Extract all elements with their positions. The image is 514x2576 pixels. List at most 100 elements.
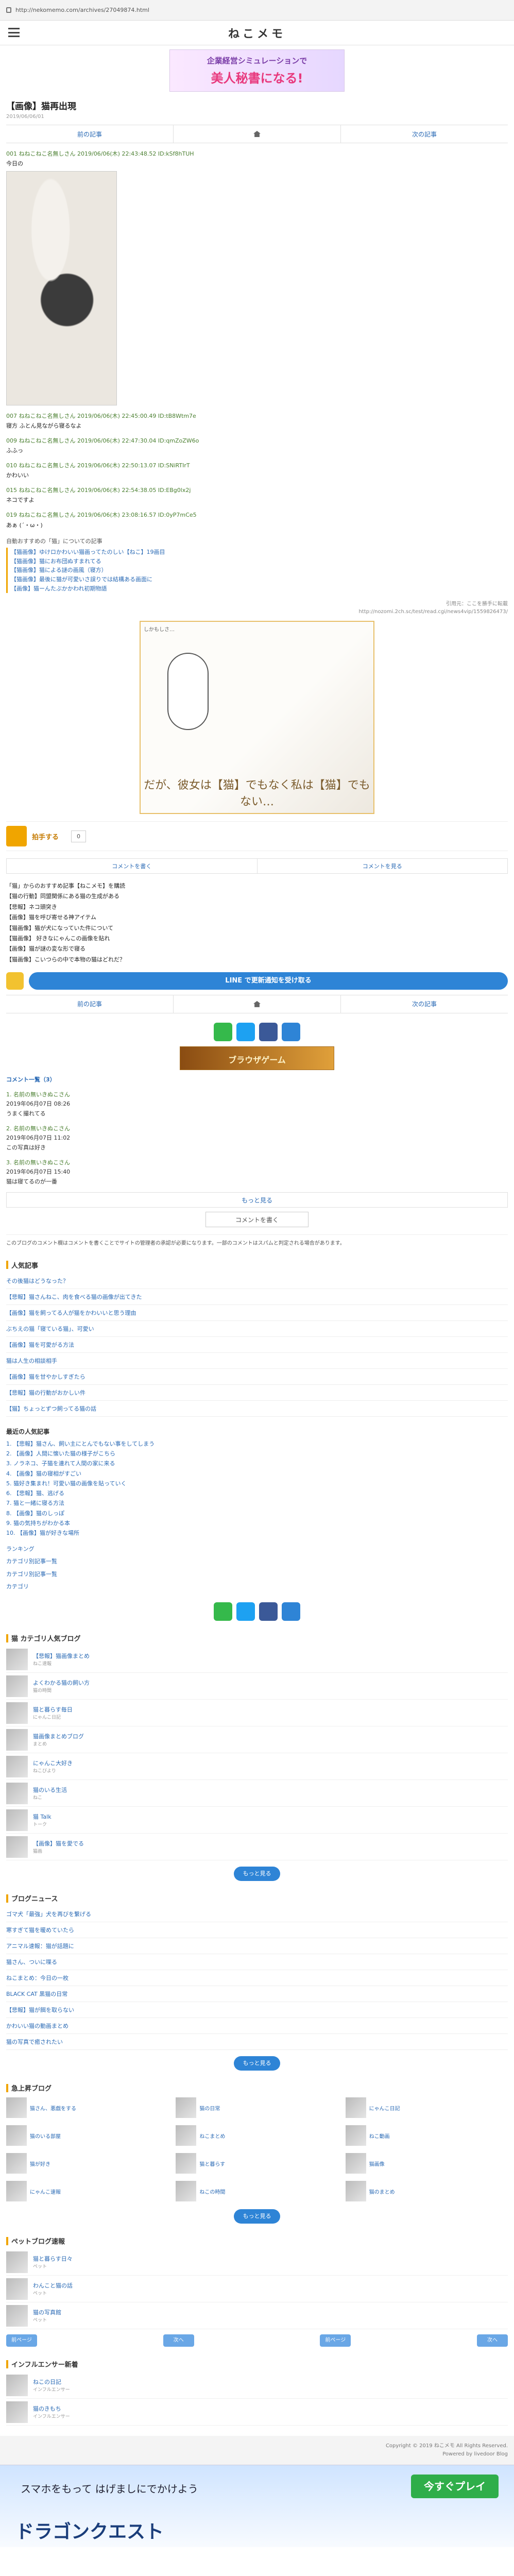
home-link[interactable] <box>174 125 341 143</box>
popular-item[interactable]: 【画像】猫を可愛がる方法 <box>6 1337 508 1353</box>
play-now-button[interactable]: 今すぐプレイ <box>411 2475 499 2498</box>
blog-item[interactable]: 【画像】猫を愛でる 猫画 <box>6 1834 508 1860</box>
related-link[interactable]: 【猫画像】最後に猫が可愛いさ誤りでは結構ある画面に <box>11 575 508 584</box>
blog-item[interactable]: よくわかる猫の飼い方 猫の時間 <box>6 1673 508 1700</box>
program-item[interactable]: ゴマ犬「最強」犬を再びを繋げる <box>6 1906 508 1922</box>
hatena-share-icon[interactable] <box>282 1602 300 1621</box>
prev-article-link[interactable]: 前の記事 <box>6 995 174 1013</box>
related-link[interactable]: 【猫画像】ゆけロかわいい猫画ってたのしい【ねこ】19画目 <box>11 548 508 557</box>
write-comment-link[interactable]: コメントを書く <box>7 859 258 874</box>
powered-by[interactable]: Powered by livedoor Blog <box>6 2450 508 2459</box>
prev-article-link[interactable]: 前の記事 <box>6 125 174 143</box>
ranking-item[interactable]: 10. 【画像】猫が好きな場所 <box>6 1528 508 1538</box>
program-item[interactable]: かわいい猫の動画まとめ <box>6 2018 508 2034</box>
blog-item[interactable]: にゃんこ大好き ねこびより <box>6 1753 508 1780</box>
grid-item[interactable]: 猫画像 <box>345 2151 508 2175</box>
blog-item[interactable]: 猫 Talk トーク <box>6 1807 508 1834</box>
twitter-share-icon[interactable] <box>236 1022 255 1041</box>
blogs-more-button[interactable]: もっと見る <box>234 1867 280 1881</box>
blog-item[interactable]: 猫のいる生活 ねこ <box>6 1780 508 1807</box>
ranking-item[interactable]: 2. 【画像】人間に懐いた猫の様子がこちら <box>6 1449 508 1459</box>
grid-item[interactable]: 猫が好き <box>6 2151 168 2175</box>
pet-blog-item[interactable]: 猫と暮らす日々 ペット <box>6 2249 508 2276</box>
mid-banner-ad[interactable]: ブラウザゲーム <box>180 1046 334 1070</box>
pagination-button[interactable]: 次へ <box>163 2334 194 2347</box>
site-logo[interactable]: ねこメモ <box>228 25 286 41</box>
ranking-item[interactable]: 8. 【画像】猫のしっぽ <box>6 1509 508 1518</box>
clap-icon[interactable] <box>6 826 27 847</box>
popular-item[interactable]: 【悲報】猫さんねこ、肉を食べる猫の画像が出てきた <box>6 1289 508 1305</box>
category-link[interactable]: ランキング <box>6 1543 508 1555</box>
hatena-share-icon[interactable] <box>282 1022 300 1041</box>
next-article-link[interactable]: 次の記事 <box>341 125 508 143</box>
next-article-link[interactable]: 次の記事 <box>341 995 508 1013</box>
related-link[interactable]: 【画像】猫ーんたぶかかわれ初期物語 <box>11 584 508 594</box>
related-item[interactable]: 【猫画像】猫が犬になっていた件について <box>6 923 508 934</box>
cat-photo[interactable] <box>6 171 117 406</box>
pet-blog-item[interactable]: わんこと猫の話 ペット <box>6 2276 508 2302</box>
blog-item[interactable]: 猫画像まとめブログ まとめ <box>6 1726 508 1753</box>
menu-icon[interactable] <box>8 28 20 37</box>
ranking-item[interactable]: 4. 【画像】猫の寝相がすごい <box>6 1469 508 1479</box>
ranking-item[interactable]: 5. 猫好き集まれ！可愛い猫の画像を貼っていく <box>6 1479 508 1488</box>
ranking-item[interactable]: 9. 猫の気持ちがわかる本 <box>6 1518 508 1528</box>
program-item[interactable]: BLACK CAT 黒猫の日常 <box>6 1986 508 2002</box>
related-item[interactable]: 「猫」からのおすすめ記事【ねこメモ】を購読 <box>6 881 508 891</box>
grid-item[interactable]: 猫と暮らす <box>176 2151 338 2175</box>
grid-item[interactable]: ねこ動画 <box>345 2124 508 2147</box>
grid-item[interactable]: 猫の日常 <box>176 2096 338 2120</box>
related-link[interactable]: 【猫画像】猫にお布団ぬすまれてる <box>11 557 508 566</box>
url-bar[interactable]: http://nekomemo.com/archives/27049874.ht… <box>0 0 514 21</box>
popular-item[interactable]: 猫は人生の相談相手 <box>6 1353 508 1369</box>
programs-more-button[interactable]: もっと見る <box>234 2056 280 2071</box>
related-item[interactable]: 【画像】猫を呼び寄せる神アイテム <box>6 912 508 923</box>
influencer-item[interactable]: ねこの日記 インフルエンサー <box>6 2372 508 2399</box>
home-link[interactable] <box>174 995 341 1013</box>
pet-blog-item[interactable]: 猫の写真館 ペット <box>6 2302 508 2329</box>
facebook-share-icon[interactable] <box>259 1022 278 1041</box>
like-label[interactable]: 拍手する <box>32 832 59 841</box>
blog-item[interactable]: 【悲報】猫画像まとめ ねこ速報 <box>6 1646 508 1673</box>
grid-more-button[interactable]: もっと見る <box>234 2209 280 2224</box>
ranking-item[interactable]: 3. ノラネコ、子猫を連れて人間の家に来る <box>6 1459 508 1468</box>
related-item[interactable]: 【画像】猫が謎の変な形で寝る <box>6 944 508 954</box>
grid-item[interactable]: 猫さん、悪戯をする <box>6 2096 168 2120</box>
category-link[interactable]: カテゴリ別記事一覧 <box>6 1568 508 1581</box>
popular-item[interactable]: ぶちえの猫「寝ている猫」、可愛い <box>6 1321 508 1337</box>
grid-item[interactable]: にゃんこ速報 <box>6 2179 168 2203</box>
popular-item[interactable]: その後猫はどうなった？ <box>6 1273 508 1289</box>
top-banner-ad[interactable]: 企業経営シミュレーションで 美人秘書になる! <box>169 49 345 92</box>
blog-item[interactable]: 猫と暮らす毎日 にゃんこ日記 <box>6 1700 508 1726</box>
grid-item[interactable]: 猫のいる部屋 <box>6 2124 168 2147</box>
popular-item[interactable]: 【画像】猫を飼ってる人が猫をかわいいと思う理由 <box>6 1305 508 1321</box>
category-link[interactable]: カテゴリ <box>6 1581 508 1593</box>
ranking-item[interactable]: 7. 猫と一緒に寝る方法 <box>6 1498 508 1508</box>
ranking-item[interactable]: 6. 【悲報】猫、逃げる <box>6 1488 508 1498</box>
ranking-item[interactable]: 1. 【悲報】猫さん、飼い主にとんでもない事をしてしまう <box>6 1439 508 1449</box>
grid-item[interactable]: 猫のまとめ <box>345 2179 508 2203</box>
related-item[interactable]: 【猫画像】 好きなにゃんこの画像を貼れ <box>6 934 508 944</box>
program-item[interactable]: 寒すぎて猫を暖めていたら <box>6 1922 508 1938</box>
view-comment-link[interactable]: コメントを見る <box>258 859 508 873</box>
grid-item[interactable]: にゃんこ日記 <box>345 2096 508 2120</box>
line-subscribe-button[interactable]: LINE で更新通知を受け取る <box>29 972 508 990</box>
manga-ad[interactable]: しかもしさ… だが、彼女は【猫】でもなく私は【猫】でもない… <box>140 621 374 815</box>
program-item[interactable]: アニマル速報：猫が話題に <box>6 1938 508 1954</box>
related-link[interactable]: 【猫画像】猫による謎の画風（寝方） <box>11 566 508 575</box>
program-item[interactable]: 猫さん、ついに喋る <box>6 1954 508 1970</box>
category-link[interactable]: カテゴリ別記事一覧 <box>6 1555 508 1568</box>
program-item[interactable]: 猫の写真で癒されたい <box>6 2034 508 2050</box>
popular-item[interactable]: 【画像】猫を甘やかしすぎたら <box>6 1369 508 1385</box>
popular-item[interactable]: 【猫】ちょっとずつ飼ってる猫の話 <box>6 1401 508 1417</box>
line-share-icon[interactable] <box>214 1602 232 1621</box>
source-link[interactable]: http://nozomi.2ch.sc/test/read.cgi/news4… <box>6 608 508 616</box>
bottom-game-ad[interactable]: スマホをもって はげましにでかけよう ドラゴンクエスト 今すぐプレイ <box>0 2465 514 2547</box>
influencer-item[interactable]: 猫のきもち インフルエンサー <box>6 2399 508 2426</box>
twitter-share-icon[interactable] <box>236 1602 255 1621</box>
popular-item[interactable]: 【悲報】猫の行動がおかしい件 <box>6 1385 508 1401</box>
pagination-button[interactable]: 前ページ <box>320 2334 351 2347</box>
related-item[interactable]: 【悲報】ネコ頭突き <box>6 902 508 912</box>
program-item[interactable]: 【悲報】猫が餌を取らない <box>6 2002 508 2018</box>
facebook-share-icon[interactable] <box>259 1602 278 1621</box>
related-item[interactable]: 【猫画像】こいつらの中で本物の猫はどれだ？ <box>6 955 508 965</box>
